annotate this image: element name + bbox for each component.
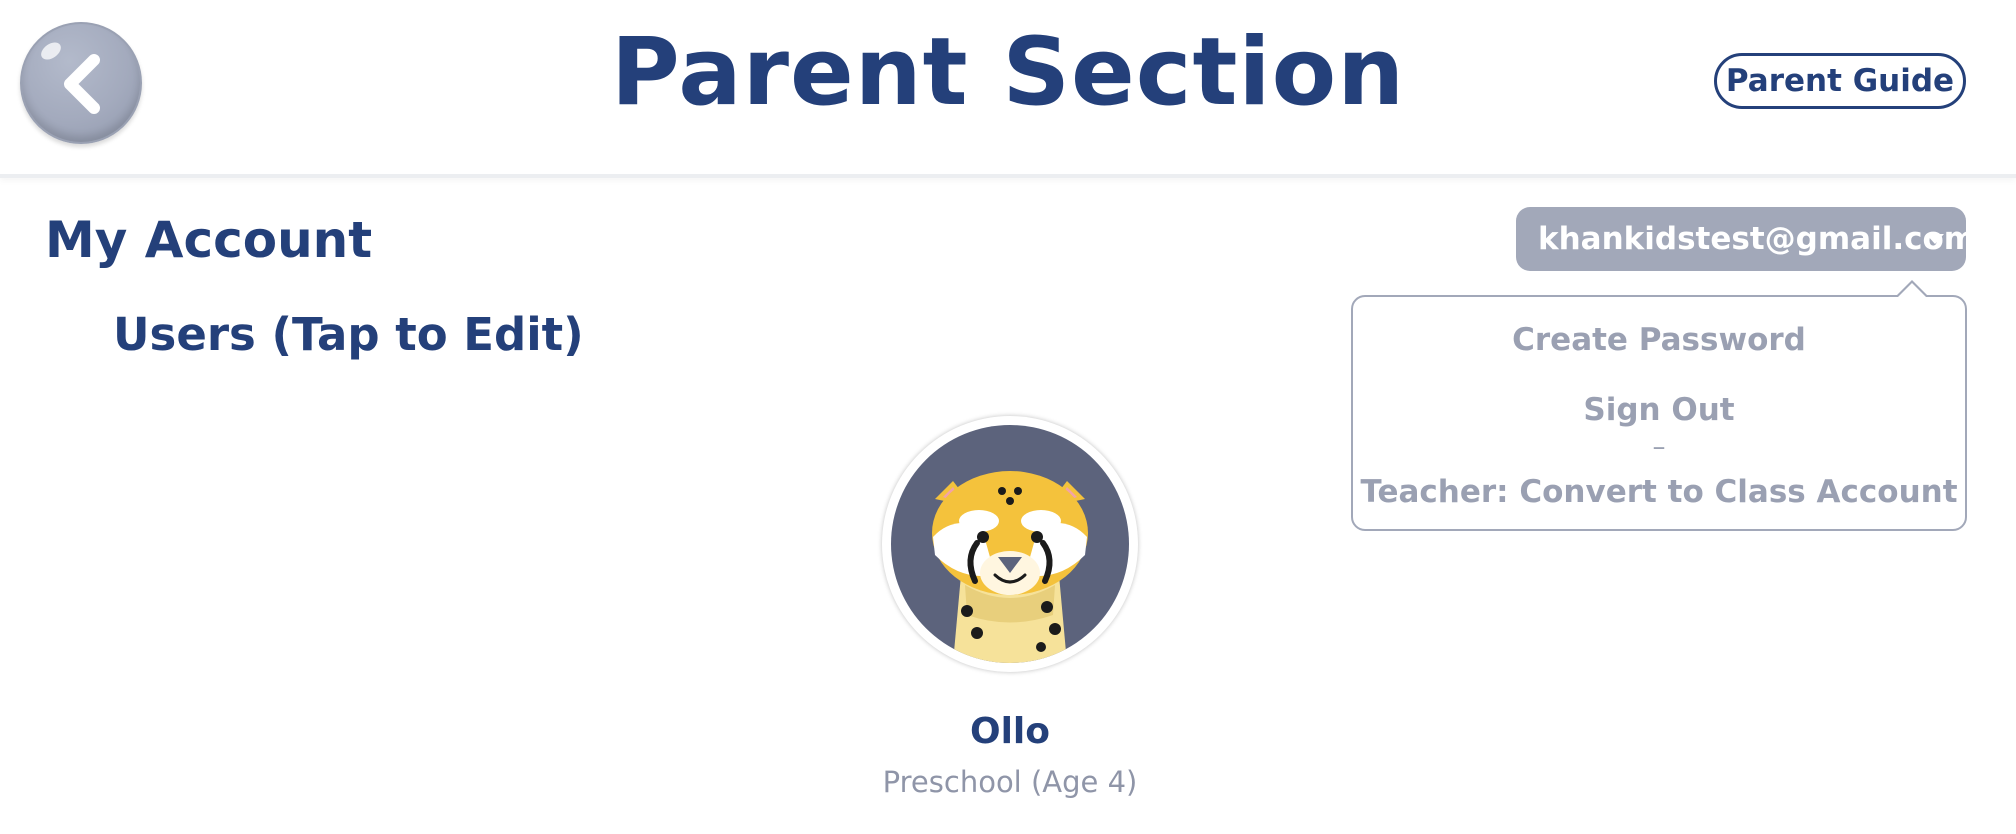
- avatar-background: [891, 425, 1129, 663]
- account-menu: Create Password Sign Out – Teacher: Conv…: [1351, 295, 1967, 531]
- header-bar: Parent Section Parent Guide: [0, 0, 2016, 178]
- menu-pointer-fill: [1898, 283, 1926, 297]
- parent-section-page: Parent Section Parent Guide My Account U…: [0, 0, 2016, 834]
- user-card[interactable]: Ollo Preschool (Age 4): [878, 412, 1142, 812]
- users-heading: Users (Tap to Edit): [113, 308, 584, 361]
- user-grade: Preschool (Age 4): [882, 765, 1138, 799]
- convert-to-class-account-menu-item[interactable]: Teacher: Convert to Class Account: [1353, 472, 1965, 512]
- my-account-heading: My Account: [45, 211, 373, 269]
- sign-out-menu-item[interactable]: Sign Out: [1353, 390, 1965, 430]
- user-name: Ollo: [969, 711, 1050, 752]
- user-avatar[interactable]: [882, 416, 1138, 672]
- account-email: khankidstest@gmail.com: [1538, 221, 1977, 257]
- account-email-dropdown[interactable]: khankidstest@gmail.com: [1516, 207, 1976, 271]
- menu-separator: –: [1652, 432, 1666, 462]
- parent-guide-button[interactable]: Parent Guide: [1714, 53, 1966, 109]
- create-password-menu-item[interactable]: Create Password: [1353, 320, 1965, 360]
- page-title: Parent Section: [610, 18, 1406, 127]
- caret-down-icon: [1926, 234, 1944, 244]
- cheetah-avatar-icon: [932, 471, 1088, 663]
